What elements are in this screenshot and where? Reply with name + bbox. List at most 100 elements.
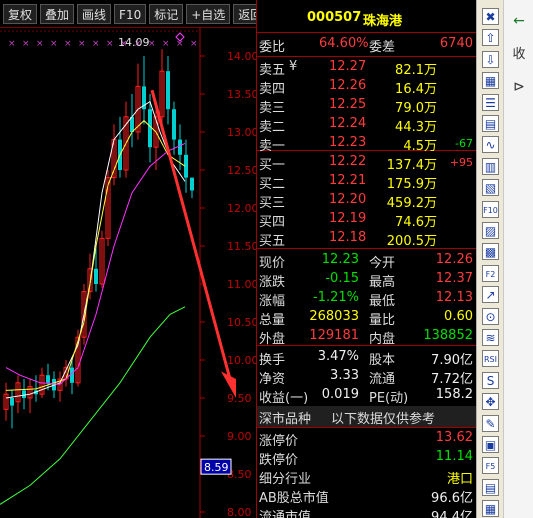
extra-label: 流通市值 (259, 510, 312, 518)
extra-row: 涨停价 13.62 (257, 428, 476, 449)
ask-price: 12.25 (329, 97, 367, 112)
tool-icon[interactable]: ▤ (482, 478, 499, 496)
kline-chart[interactable]: × × × × × × × × × × × × × × 14.00 13.50 13.00 12.50 12.00 1… (0, 28, 256, 518)
signal-marker: × (64, 39, 72, 49)
tool-icon[interactable]: ⇩ (482, 50, 499, 68)
side-label[interactable]: 收 (508, 44, 530, 66)
candle-body (166, 71, 170, 110)
price-tick-label: 13.50 (227, 88, 256, 101)
tool-icon[interactable]: ▩ (482, 243, 499, 261)
tool-icon[interactable]: S (482, 371, 499, 389)
tool-icon[interactable]: ✖ (482, 8, 499, 25)
extra-row: 细分行业 港口 (257, 466, 476, 487)
bid-row[interactable]: 买三 12.20 459.2万 (257, 190, 476, 211)
stat-value: -0.15 (325, 271, 359, 286)
signal-marker: × (78, 39, 86, 49)
tool-icon[interactable]: F10 (482, 200, 499, 218)
tool-icon[interactable]: ∿ (482, 136, 499, 154)
stat-value: 268033 (309, 309, 359, 324)
tool-icon[interactable]: ☰ (482, 93, 499, 111)
tool-icon[interactable]: ▨ (482, 222, 499, 239)
fuquan-button[interactable]: 复权 (3, 3, 38, 24)
bid-row[interactable]: 买二 12.21 175.9万 (257, 171, 476, 192)
tool-icon[interactable]: ▣ (482, 436, 499, 453)
ask-row[interactable]: 卖二 12.24 44.3万 (257, 114, 476, 135)
fund-value: 3.47% (317, 349, 359, 364)
candle-body (178, 139, 182, 155)
high-price-annotation: 14.09 (118, 36, 150, 49)
ma60-line (0, 306, 186, 505)
fund-row: 净资 3.33 流通 7.72亿 (257, 366, 476, 387)
signal-marker: × (50, 39, 58, 49)
tool-icon[interactable]: F5 (482, 457, 499, 475)
add-watchlist-button[interactable]: +自选 (186, 3, 231, 24)
f10-button[interactable]: F10 (114, 3, 147, 24)
extra-row: 跌停价 11.14 (257, 447, 476, 468)
ask-row[interactable]: 卖一 12.23 4.5万 -67 (257, 133, 476, 154)
bid-price: 12.21 (329, 173, 367, 188)
tool-icon[interactable]: ▦ (482, 72, 499, 90)
overlay-button[interactable]: 叠加 (40, 3, 75, 24)
ask-price: 12.24 (329, 116, 367, 131)
signal-marker: × (22, 39, 30, 49)
section-header: 深市品种 以下数据仅供参考 (257, 406, 476, 427)
mark-button[interactable]: 标记 (149, 3, 184, 24)
stat-value: 12.26 (435, 252, 473, 267)
bid-row[interactable]: 买五 12.18 200.5万 (257, 228, 476, 249)
section-title: 深市品种 (259, 412, 312, 427)
price-tick-label: 12.00 (227, 202, 256, 215)
fund-value: 3.33 (330, 368, 359, 383)
stat-label: 外盘 (259, 332, 286, 347)
tool-icon[interactable]: ✎ (482, 414, 499, 432)
extra-value: 94.4亿 (431, 510, 473, 518)
webi-value: 64.60% (319, 36, 369, 51)
tool-icon[interactable]: ≋ (482, 329, 499, 346)
bid-row[interactable]: 买一 12.22 137.4万 +95 (257, 152, 476, 173)
webi-label: 委比 (259, 40, 286, 55)
extra-value: 13.62 (435, 430, 473, 445)
ask-row[interactable]: 卖五 ¥12.27 82.1万 (257, 57, 476, 78)
stat-row: 外盘 129181 内盘 138852 (257, 326, 476, 347)
ask-row[interactable]: 卖四 12.26 16.4万 (257, 76, 476, 97)
webi-row: 委比 64.60% 委差 6740 (257, 34, 476, 55)
stat-row: 涨跌 -0.15 最高 12.37 (257, 269, 476, 290)
weicha-label: 委差 (369, 40, 396, 55)
signal-marker: × (162, 39, 170, 49)
back-arrow-icon[interactable]: ← (508, 10, 530, 32)
fund-label: 收益(一) (259, 391, 309, 406)
tool-icon[interactable]: ▥ (482, 157, 499, 175)
tool-icon[interactable]: ▤ (482, 115, 499, 132)
signal-marker: × (106, 39, 114, 49)
bid-row[interactable]: 买四 12.19 74.6万 (257, 209, 476, 230)
stat-value: 12.37 (435, 271, 473, 286)
tool-icon[interactable]: F2 (482, 264, 499, 282)
tool-icon[interactable]: ✥ (482, 393, 499, 411)
candle-body (46, 375, 50, 383)
tool-icon[interactable]: ▧ (482, 179, 499, 197)
fund-row: 收益(一) 0.019 PE(动) 158.2 (257, 385, 476, 406)
draw-line-button[interactable]: 画线 (77, 3, 112, 24)
section-note: 以下数据仅供参考 (331, 412, 436, 427)
expand-arrow-icon[interactable]: ⊳ (508, 76, 530, 98)
bid-label: 买五 (259, 234, 286, 249)
price-tick-label: 10.00 (227, 354, 256, 367)
ask-row[interactable]: 卖三 12.25 79.0万 (257, 95, 476, 116)
tool-icon[interactable]: ↗ (482, 286, 499, 304)
price-tick-label: 10.50 (227, 316, 256, 329)
tool-icon[interactable]: ⊙ (482, 307, 499, 325)
stat-label: 内盘 (369, 332, 396, 347)
candle-body (22, 390, 26, 398)
tool-icon[interactable]: ▦ (482, 500, 499, 518)
price-tick-label: 9.00 (227, 430, 252, 443)
candle-body (190, 177, 194, 191)
price-tick-label: 8.00 (227, 506, 252, 518)
stock-header: 000507 珠海港 (257, 8, 476, 29)
fund-value: 0.019 (321, 387, 359, 402)
candle-body (70, 367, 74, 383)
ask-mark: ¥ (289, 59, 298, 74)
stat-row: 总量 268033 量比 0.60 (257, 307, 476, 328)
bid-price: 12.19 (329, 211, 367, 226)
tool-icon[interactable]: ⇧ (482, 29, 499, 47)
price-tick-label: 13.00 (227, 126, 256, 139)
tool-icon[interactable]: RSI (482, 350, 499, 368)
